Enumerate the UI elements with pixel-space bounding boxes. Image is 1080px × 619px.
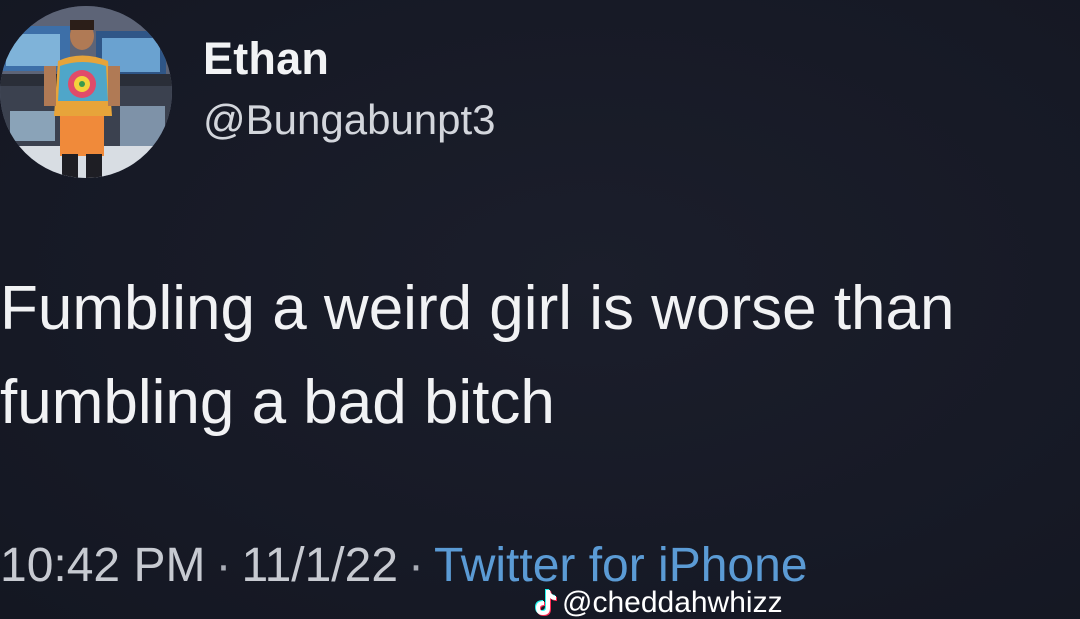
tweet-text-line: fumbling a bad bitch <box>0 368 555 437</box>
meta-separator: · <box>408 539 425 592</box>
tweet-time[interactable]: 10:42 PM <box>0 539 205 592</box>
tweet-text: Fumbling a weird girl is worse than fumb… <box>0 262 1080 450</box>
tweet-source-link[interactable]: Twitter for iPhone <box>434 539 808 592</box>
tiktok-icon <box>532 588 558 618</box>
tweet-card: Ethan @Bungabunpt3 Fumbling a weird girl… <box>0 0 1080 619</box>
meta-separator: · <box>215 539 232 592</box>
user-handle[interactable]: @Bungabunpt3 <box>203 96 496 144</box>
watermark: @cheddahwhizz <box>532 586 783 619</box>
tweet-meta: 10:42 PM · 11/1/22 · Twitter for iPhone <box>0 538 808 593</box>
tweet-date[interactable]: 11/1/22 <box>241 539 398 592</box>
tweet-text-line: Fumbling a weird girl is worse than <box>0 274 955 343</box>
avatar[interactable] <box>0 6 172 178</box>
display-name[interactable]: Ethan <box>203 33 329 85</box>
watermark-text: @cheddahwhizz <box>562 586 783 619</box>
user-avatar-photo <box>0 6 172 178</box>
